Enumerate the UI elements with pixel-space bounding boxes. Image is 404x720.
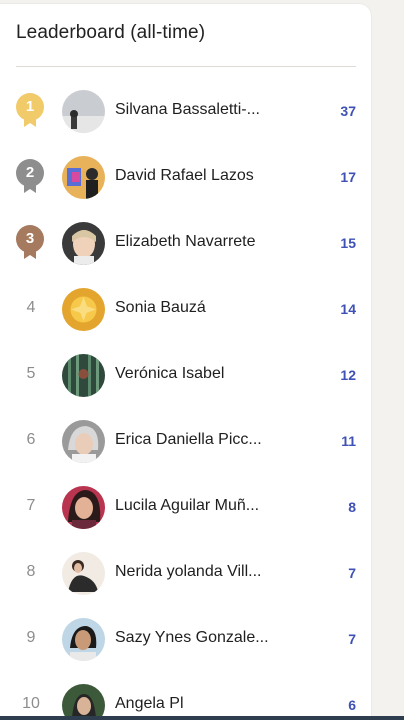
rank-number: 3 xyxy=(25,230,35,247)
avatar[interactable] xyxy=(62,288,105,331)
member-name[interactable]: Sonia Bauzá xyxy=(115,299,285,317)
member-score: 17 xyxy=(340,169,356,185)
member-name[interactable]: Nerida yolanda Vill... xyxy=(115,563,285,581)
member-score: 7 xyxy=(348,565,356,581)
gold-medal-icon: 1 xyxy=(16,93,44,129)
avatar[interactable] xyxy=(62,552,105,595)
leaderboard-title: Leaderboard (all-time) xyxy=(16,22,206,43)
divider xyxy=(16,66,356,67)
avatar[interactable] xyxy=(62,486,105,529)
rank-number: 10 xyxy=(22,695,40,712)
avatar[interactable] xyxy=(62,354,105,397)
leaderboard-row[interactable]: 8 Nerida yolanda Vill... 7 xyxy=(0,541,371,607)
avatar[interactable] xyxy=(62,90,105,133)
leaderboard-row[interactable]: 2 David Rafael Lazos 17 xyxy=(0,145,371,211)
leaderboard-row[interactable]: 1 Silvana Bassaletti-... 37 xyxy=(0,79,371,145)
leaderboard-row[interactable]: 6 Erica Daniella Picc... 11 xyxy=(0,409,371,475)
avatar[interactable] xyxy=(62,618,105,661)
member-name[interactable]: Silvana Bassaletti-... xyxy=(115,101,285,119)
avatar[interactable] xyxy=(62,156,105,199)
rank-number: 8 xyxy=(26,563,36,580)
rank-number: 4 xyxy=(26,299,36,316)
member-name[interactable]: Lucila Aguilar Muñ... xyxy=(115,497,285,515)
member-score: 11 xyxy=(341,433,356,449)
rank-number: 9 xyxy=(26,629,36,646)
rank-number: 7 xyxy=(26,497,36,514)
member-score: 37 xyxy=(340,103,356,119)
avatar[interactable] xyxy=(62,222,105,265)
member-name[interactable]: Angela Pl xyxy=(115,695,285,713)
rank-number: 1 xyxy=(25,98,35,115)
leaderboard-row[interactable]: 4 Sonia Bauzá 14 xyxy=(0,277,371,343)
member-name[interactable]: Elizabeth Navarrete xyxy=(115,233,285,251)
leaderboard-row[interactable]: 9 Sazy Ynes Gonzale... 7 xyxy=(0,607,371,673)
rank-number: 6 xyxy=(26,431,36,448)
member-name[interactable]: Sazy Ynes Gonzale... xyxy=(115,629,285,647)
member-score: 7 xyxy=(348,631,356,647)
member-score: 6 xyxy=(348,697,356,713)
member-name[interactable]: Verónica Isabel xyxy=(115,365,285,383)
avatar[interactable] xyxy=(62,420,105,463)
leaderboard-row[interactable]: 10 Angela Pl 6 xyxy=(0,673,371,720)
rank-number: 5 xyxy=(26,365,36,382)
member-name[interactable]: David Rafael Lazos xyxy=(115,167,285,185)
member-name[interactable]: Erica Daniella Picc... xyxy=(115,431,285,449)
member-score: 14 xyxy=(340,301,356,317)
member-score: 15 xyxy=(340,235,356,251)
member-score: 12 xyxy=(340,367,356,383)
bottom-bar xyxy=(0,716,404,720)
member-score: 8 xyxy=(348,499,356,515)
silver-medal-icon: 2 xyxy=(16,159,44,195)
bronze-medal-icon: 3 xyxy=(16,225,44,261)
leaderboard-row[interactable]: 3 Elizabeth Navarrete 15 xyxy=(0,211,371,277)
avatar[interactable] xyxy=(62,684,105,720)
leaderboard-list: 1 Silvana Bassaletti-... 37 2 David Rafa… xyxy=(0,79,371,720)
leaderboard-card: Leaderboard (all-time) 1 Silvana Bassale… xyxy=(0,4,371,720)
leaderboard-row[interactable]: 5 Verónica Isabel 12 xyxy=(0,343,371,409)
rank-number: 2 xyxy=(25,164,35,181)
leaderboard-row[interactable]: 7 Lucila Aguilar Muñ... 8 xyxy=(0,475,371,541)
